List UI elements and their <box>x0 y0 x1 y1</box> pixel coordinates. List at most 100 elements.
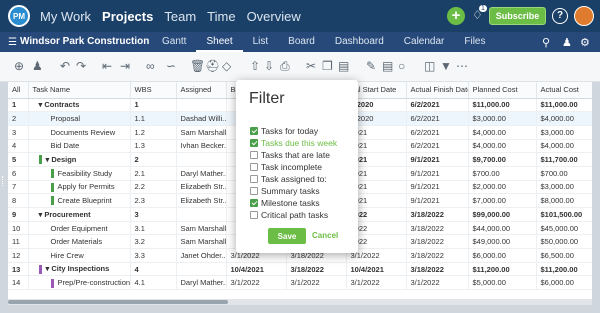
drag-handle[interactable] <box>2 176 5 186</box>
add-plus-icon[interactable]: + <box>447 7 465 25</box>
save-button[interactable]: Save <box>268 228 306 244</box>
baseline-start-cell[interactable]: 3/1/2022 <box>226 275 287 291</box>
project-title[interactable]: Windsor Park Construction <box>20 36 149 47</box>
wbs-cell[interactable]: 1.2 <box>130 125 177 140</box>
assigned-cell[interactable]: Dashad Willi... <box>176 111 227 126</box>
actual-cost-cell[interactable]: $6,000.00 <box>536 275 592 291</box>
assigned-cell[interactable]: Sam Marshall <box>176 221 227 236</box>
filter-icon[interactable]: ▼ <box>440 59 452 73</box>
actual-cost-cell[interactable]: $700.00 <box>536 166 592 181</box>
row-number[interactable]: 11 <box>8 234 29 250</box>
filter-option[interactable]: Tasks due this week <box>250 138 337 148</box>
assigned-cell[interactable]: Elizabeth Str... <box>176 180 227 195</box>
row-number[interactable]: 9 <box>8 207 29 222</box>
tab-board[interactable]: Board <box>278 32 325 52</box>
planned-cost-cell[interactable]: $11,000.00 <box>468 98 537 113</box>
wbs-cell[interactable]: 2 <box>130 152 177 167</box>
assigned-cell[interactable]: Janet Ohder... <box>176 248 227 263</box>
diamond-milestone-icon[interactable]: ◇ <box>222 59 231 73</box>
actual-cost-cell[interactable]: $101,500.00 <box>536 207 592 222</box>
task-name-cell[interactable]: Proposal <box>28 111 131 126</box>
col-planned-cost[interactable]: Planned Cost <box>468 82 537 99</box>
trash-icon[interactable]: 🗑 <box>190 59 205 73</box>
planned-cost-cell[interactable]: $2,000.00 <box>468 180 537 195</box>
search-icon[interactable]: ⚲ <box>542 36 550 49</box>
actual-finish-cell[interactable]: 6/2/2021 <box>406 111 469 126</box>
nav-my-work[interactable]: My Work <box>40 9 91 24</box>
people-icon[interactable]: ♟ <box>562 36 572 49</box>
row-number[interactable]: 10 <box>8 221 29 236</box>
outdent-icon[interactable]: ⇤ <box>102 59 112 73</box>
paste-icon[interactable]: ▤ <box>338 59 349 73</box>
task-name-cell[interactable]: Apply for Permits <box>28 180 131 195</box>
filter-option[interactable]: Task assigned to: <box>250 174 327 184</box>
actual-cost-cell[interactable]: $11,700.00 <box>536 152 592 167</box>
filter-option[interactable]: Task incomplete <box>250 162 322 172</box>
cancel-button[interactable]: Cancel <box>312 231 338 240</box>
table-row[interactable]: 14 Prep/Pre-construction 4.1 Daryl Mather..… <box>8 275 592 291</box>
note-icon[interactable]: ▤ <box>382 59 393 73</box>
checkbox[interactable] <box>250 211 258 219</box>
col-actual-cost[interactable]: Actual Cost <box>536 82 592 99</box>
checkbox[interactable] <box>250 127 258 135</box>
task-name-cell[interactable]: Feasibility Study <box>28 166 131 181</box>
scrollbar-thumb[interactable] <box>8 300 228 304</box>
actual-cost-cell[interactable]: $45,000.00 <box>536 221 592 236</box>
task-name-cell[interactable]: ▾ City Inspections <box>28 262 131 277</box>
row-number[interactable]: 14 <box>8 275 29 291</box>
assigned-cell[interactable]: Elizabeth Str... <box>176 193 227 208</box>
export-icon[interactable]: ⇧ <box>250 59 260 73</box>
wbs-cell[interactable]: 1.1 <box>130 111 177 126</box>
task-name-cell[interactable]: Create Blueprint <box>28 193 131 208</box>
wbs-cell[interactable]: 1 <box>130 98 177 113</box>
assigned-cell[interactable]: Sam Marshall <box>176 125 227 140</box>
actual-finish-cell[interactable]: 6/2/2021 <box>406 98 469 113</box>
projectmanager-logo[interactable]: PM <box>8 5 30 27</box>
task-name-cell[interactable]: Prep/Pre-construction <box>28 275 131 291</box>
assigned-cell[interactable]: Sam Marshall <box>176 234 227 250</box>
link-icon[interactable]: ∞ <box>146 59 155 73</box>
planned-cost-cell[interactable]: $7,000.00 <box>468 193 537 208</box>
planned-cost-cell[interactable]: $6,000.00 <box>468 248 537 263</box>
col-actual-finish[interactable]: Actual Finish Date <box>406 82 469 99</box>
row-number[interactable]: 4 <box>8 139 29 154</box>
actual-start-cell[interactable]: 10/4/2021 <box>346 262 407 277</box>
wbs-cell[interactable]: 2.3 <box>130 193 177 208</box>
wbs-cell[interactable]: 3.1 <box>130 221 177 236</box>
baseline-finish-cell[interactable]: 3/18/2022 <box>286 262 347 277</box>
tab-files[interactable]: Files <box>454 32 495 52</box>
actual-cost-cell[interactable]: $4,000.00 <box>536 111 592 126</box>
checkbox[interactable] <box>250 163 258 171</box>
row-number[interactable]: 13 <box>8 262 29 277</box>
checkbox[interactable] <box>250 151 258 159</box>
nav-time[interactable]: Time <box>207 9 235 24</box>
task-name-cell[interactable]: ▾ Contracts <box>28 98 131 113</box>
filter-option[interactable]: Tasks for today <box>250 126 318 136</box>
menu-icon[interactable]: ☰ <box>8 37 17 48</box>
help-icon[interactable]: ? <box>552 8 568 24</box>
table-row[interactable]: 13 ▾ City Inspections 4 10/4/2021 3/18/2022 1… <box>8 262 592 277</box>
import-icon[interactable]: ⇩ <box>264 59 274 73</box>
planned-cost-cell[interactable]: $9,700.00 <box>468 152 537 167</box>
actual-cost-cell[interactable]: $3,000.00 <box>536 180 592 195</box>
actual-cost-cell[interactable]: $3,000.00 <box>536 125 592 140</box>
unlink-icon[interactable]: ∽ <box>166 59 176 73</box>
actual-cost-cell[interactable]: $11,000.00 <box>536 98 592 113</box>
planned-cost-cell[interactable]: $3,000.00 <box>468 111 537 126</box>
actual-cost-cell[interactable]: $4,000.00 <box>536 139 592 154</box>
actual-cost-cell[interactable]: $11,200.00 <box>536 262 592 277</box>
tab-gantt[interactable]: Gantt <box>152 32 196 52</box>
subscribe-button[interactable]: Subscribe <box>489 7 546 25</box>
actual-finish-cell[interactable]: 3/18/2022 <box>406 262 469 277</box>
planned-cost-cell[interactable]: $4,000.00 <box>468 139 537 154</box>
bell-icon[interactable]: ♢ 1 <box>472 5 487 22</box>
checkbox[interactable] <box>250 199 258 207</box>
redo-icon[interactable]: ↷ <box>76 59 86 73</box>
row-number[interactable]: 2 <box>8 111 29 126</box>
planned-cost-cell[interactable]: $49,000.00 <box>468 234 537 250</box>
baseline-finish-cell[interactable]: 3/1/2022 <box>286 275 347 291</box>
print-icon[interactable]: ⎙ <box>280 59 290 74</box>
actual-finish-cell[interactable]: 3/18/2022 <box>406 207 469 222</box>
assigned-cell[interactable] <box>176 207 227 222</box>
nav-overview[interactable]: Overview <box>247 9 301 24</box>
